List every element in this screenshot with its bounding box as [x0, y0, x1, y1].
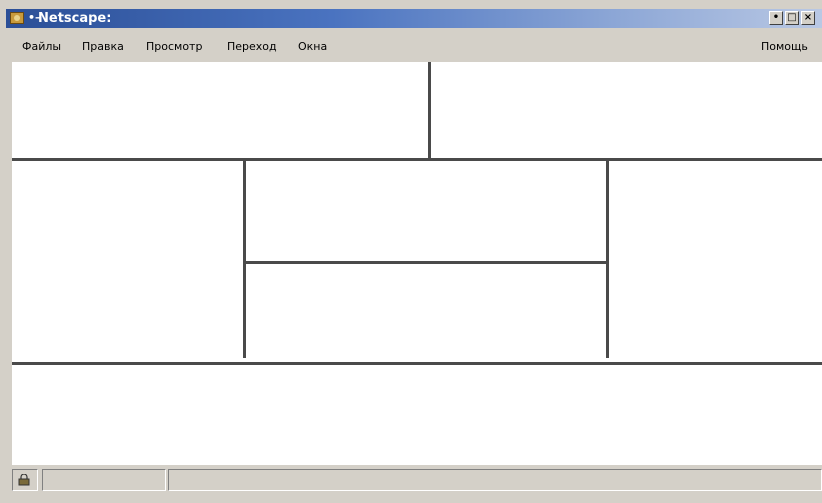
top-frame-vertical-divider[interactable]: [428, 62, 431, 158]
close-button[interactable]: ×: [801, 11, 815, 25]
window-bottom-edge: [6, 495, 822, 503]
title-separator: •–: [28, 11, 41, 24]
security-indicator[interactable]: [12, 469, 38, 491]
menu-go[interactable]: Переход: [227, 40, 277, 53]
menu-help[interactable]: Помощь: [761, 40, 808, 53]
menu-file[interactable]: Файлы: [22, 40, 61, 53]
window-title: Netscape:: [38, 11, 112, 26]
menu-window[interactable]: Окна: [298, 40, 327, 53]
title-bar[interactable]: •– Netscape: • □ ×: [6, 9, 822, 28]
center-horizontal-divider[interactable]: [246, 261, 606, 264]
status-message-cell: [168, 469, 822, 491]
middle-right-vertical-divider[interactable]: [606, 161, 609, 358]
top-horizontal-divider[interactable]: [12, 158, 822, 161]
maximize-button[interactable]: □: [785, 11, 799, 25]
lock-icon: [18, 474, 30, 486]
minimize-button[interactable]: •: [769, 11, 783, 25]
browser-window: •– Netscape: • □ × Файлы Правка Просмотр…: [0, 0, 822, 503]
menu-bar: Файлы Правка Просмотр Переход Окна Помощ…: [6, 30, 822, 60]
status-bar: [12, 467, 822, 493]
menu-edit[interactable]: Правка: [82, 40, 124, 53]
netscape-app-icon[interactable]: [10, 12, 24, 24]
progress-cell: [42, 469, 166, 491]
middle-left-vertical-divider[interactable]: [243, 161, 246, 358]
frameset-content-area: [12, 62, 822, 465]
bottom-horizontal-divider[interactable]: [12, 362, 822, 365]
menu-view[interactable]: Просмотр: [146, 40, 202, 53]
